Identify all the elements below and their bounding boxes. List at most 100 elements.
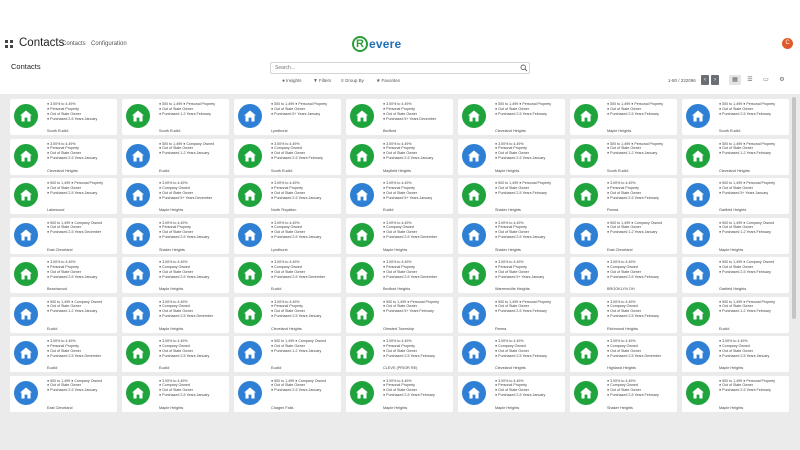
nav-configuration[interactable]: Configuration (91, 41, 127, 47)
contact-card[interactable]: ● 3.00% to 4.49% ● Personal Property ● Out… (346, 178, 453, 214)
contact-card[interactable]: ● 3.00% to 4.49% ● Personal Property ● Out… (570, 178, 677, 214)
card-details: ● 3.00% to 4.49% ● Company Owned ● Out of … (271, 221, 339, 241)
contact-card[interactable]: ● 500 to 1,499 ● Company Owned ● Out of S… (122, 138, 229, 175)
contact-card[interactable]: ● 500 to 1,499 ● Personal Property ● Out … (682, 375, 789, 412)
search-input[interactable] (270, 62, 530, 74)
contact-card[interactable]: ● 3.00% to 4.49% ● Personal Property ● Out… (346, 336, 453, 372)
contact-card[interactable]: ● 3.00% to 4.49% ● Personal Property ● Out… (346, 99, 453, 135)
list-view-button[interactable]: ☰ (744, 75, 756, 85)
filters-button[interactable]: ▼ Filters (313, 77, 331, 85)
card-city: Mayfield Heights (383, 168, 412, 173)
contact-card[interactable]: ● 3.00% to 4.49% ● Personal Property ● Out… (346, 138, 453, 175)
contact-card[interactable]: ● 500 to 1,499 ● Personal Property ● Out … (234, 99, 341, 135)
contact-card[interactable]: ● 500 to 1,499 ● Personal Property ● Out … (682, 138, 789, 175)
contact-card[interactable]: ● 3.00% to 4.49% ● Company Owned ● Out of … (570, 257, 677, 293)
house-avatar (462, 104, 486, 128)
contact-card[interactable]: ● 3.00% to 4.49% ● Personal Property ● Out… (10, 138, 117, 175)
contact-card[interactable]: ● 3.00% to 4.49% ● Company Owned ● Out of … (122, 375, 229, 412)
pager-range[interactable]: 1-80 / 332096 (668, 77, 696, 85)
contact-card[interactable]: ● 3.00% to 4.49% ● Personal Property ● Out… (346, 257, 453, 293)
contact-card[interactable]: ● 3.00% to 4.49% ● Personal Property ● Out… (10, 336, 117, 372)
contact-card[interactable]: ● 3.00% to 4.49% ● Company Owned ● Out of … (570, 336, 677, 372)
card-details: ● 3.00% to 4.49% ● Personal Property ● Out… (383, 142, 451, 162)
contact-card[interactable]: ● 500 to 1,499 ● Company Owned ● Out of S… (10, 375, 117, 412)
pager-next-button[interactable]: › (711, 75, 719, 85)
settings-view-button[interactable]: ⚙ (776, 75, 788, 85)
contact-card[interactable]: ● 500 to 1,499 ● Personal Property ● Out … (122, 99, 229, 135)
card-detail-line: ● Purchased 2-5 Years February (495, 190, 547, 195)
contact-card[interactable]: ● 3.00% to 4.49% ● Company Owned ● Out of … (458, 336, 565, 372)
contact-card[interactable]: ● 3.00% to 4.49% ● Personal Property ● Out… (234, 296, 341, 333)
kanban-view-button[interactable]: ▦ (729, 75, 741, 85)
contact-card[interactable]: ● 500 to 1,499 ● Company Owned ● Out of S… (570, 217, 677, 254)
search-icon[interactable] (520, 64, 528, 72)
card-city: Richmond Heights (607, 326, 639, 331)
contact-card[interactable]: ● 3.00% to 4.49% ● Personal Property ● Out… (10, 257, 117, 293)
house-icon (244, 347, 256, 359)
nav-contacts[interactable]: Contacts (62, 41, 86, 47)
contact-card[interactable]: ● 3.00% to 4.49% ● Personal Property ● Out… (458, 375, 565, 412)
contact-card[interactable]: ● 500 to 1,499 ● Personal Property ● Out … (10, 178, 117, 214)
apps-grid-icon[interactable] (5, 40, 13, 48)
favorites-button[interactable]: ★ Favorites (376, 77, 400, 85)
contact-card[interactable]: ● 3.00% to 4.49% ● Company Owned ● Out of … (122, 257, 229, 293)
contact-card[interactable]: ● 3.00% to 4.49% ● Personal Property ● Out… (346, 375, 453, 412)
contact-card[interactable]: ● 500 to 1,499 ● Company Owned ● Out of S… (10, 217, 117, 254)
insights-button[interactable]: ● Insights (282, 77, 302, 85)
house-avatar (350, 341, 374, 365)
house-avatar (462, 341, 486, 365)
card-city: Olmsted Township (383, 326, 414, 331)
card-details: ● 3.00% to 4.49% ● Personal Property ● Out… (47, 102, 115, 122)
contact-card[interactable]: ● 3.00% to 4.49% ● Company Owned ● Out of … (682, 336, 789, 372)
contact-card[interactable]: ● 500 to 1,499 ● Company Owned ● Out of S… (10, 296, 117, 333)
contact-card[interactable]: ● 3.00% to 4.49% ● Company Owned ● Out of … (234, 217, 341, 254)
contact-card[interactable]: ● 500 to 1,499 ● Company Owned ● Out of S… (234, 336, 341, 372)
contact-card[interactable]: ● 3.00% to 4.49% ● Personal Property ● Out… (122, 217, 229, 254)
card-detail-line: ● Purchased 2-5 Years December (159, 314, 214, 319)
contact-card[interactable]: ● 500 to 1,499 ● Company Owned ● Out of S… (682, 217, 789, 254)
contact-card[interactable]: ● 3.00% to 4.49% ● Company Owned ● Out of … (122, 296, 229, 333)
map-view-button[interactable]: ▭ (760, 75, 772, 85)
contact-card[interactable]: ● 500 to 1,499 ● Personal Property ● Out … (682, 99, 789, 135)
app-title[interactable]: Contacts (19, 37, 64, 49)
contact-card[interactable]: ● 500 to 1,499 ● Personal Property ● Out … (346, 296, 453, 333)
house-avatar (14, 104, 38, 128)
contact-card[interactable]: ● 3.00% to 4.49% ● Personal Property ● Out… (234, 178, 341, 214)
contact-card[interactable]: ● 500 to 1,499 ● Personal Property ● Out … (458, 178, 565, 214)
contact-card[interactable]: ● 3.00% to 4.49% ● Personal Property ● Out… (458, 138, 565, 175)
card-city: Euclid (719, 326, 730, 331)
house-avatar (126, 301, 150, 326)
contact-card[interactable]: ● 3.00% to 4.49% ● Personal Property ● Out… (458, 257, 565, 293)
contact-card[interactable]: ● 3.00% to 4.49% ● Company Owned ● Out of … (346, 217, 453, 254)
contact-card[interactable]: ● 500 to 1,499 ● Personal Property ● Out … (458, 99, 565, 135)
contact-card[interactable]: ● 3.00% to 4.49% ● Personal Property ● Out… (10, 99, 117, 135)
insights-label: Insights (286, 78, 302, 83)
contact-card[interactable]: ● 3.00% to 4.49% ● Company Owned ● Out of … (570, 375, 677, 412)
contact-card[interactable]: ● 500 to 1,499 ● Personal Property ● Out … (682, 296, 789, 333)
scrollbar[interactable] (792, 97, 796, 319)
card-details: ● 500 to 1,499 ● Company Owned ● Out of S… (719, 260, 787, 275)
house-icon (692, 347, 704, 359)
contact-card[interactable]: ● 3.00% to 4.49% ● Company Owned ● Out of … (234, 138, 341, 175)
contact-card[interactable]: ● 3.00% to 4.49% ● Company Owned ● Out of … (122, 178, 229, 214)
card-city: Lakewood (47, 208, 65, 212)
contact-card[interactable]: ● 500 to 1,499 ● Personal Property ● Out … (682, 178, 789, 214)
contact-card[interactable]: ● 500 to 1,499 ● Personal Property ● Out … (458, 296, 565, 333)
card-detail-line: ● Purchased 5+ Years January (719, 190, 769, 195)
contact-card[interactable]: ● 500 to 1,499 ● Company Owned ● Out of S… (234, 375, 341, 412)
card-details: ● 500 to 1,499 ● Company Owned ● Out of S… (47, 300, 115, 315)
card-detail-line: ● Purchased 2-5 Years January (719, 353, 770, 358)
house-icon (580, 229, 592, 240)
user-avatar[interactable]: C (782, 38, 793, 49)
group-by-button[interactable]: ≡ Group By (341, 77, 364, 85)
contact-card[interactable]: ● 500 to 1,499 ● Personal Property ● Out … (570, 99, 677, 135)
house-icon (20, 229, 32, 240)
contact-card[interactable]: ● 3.00% to 4.49% ● Company Owned ● Out of … (234, 257, 341, 293)
contact-card[interactable]: ● 500 to 1,499 ● Company Owned ● Out of S… (682, 257, 789, 293)
pager-prev-button[interactable]: ‹ (701, 75, 709, 85)
contact-card[interactable]: ● 3.00% to 4.49% ● Company Owned ● Out of … (570, 296, 677, 333)
contact-card[interactable]: ● 3.00% to 4.49% ● Company Owned ● Out of … (122, 336, 229, 372)
card-city: Bedford (383, 129, 397, 133)
contact-card[interactable]: ● 3.00% to 4.49% ● Personal Property ● Out… (458, 217, 565, 254)
contact-card[interactable]: ● 500 to 1,499 ● Personal Property ● Out … (570, 138, 677, 175)
